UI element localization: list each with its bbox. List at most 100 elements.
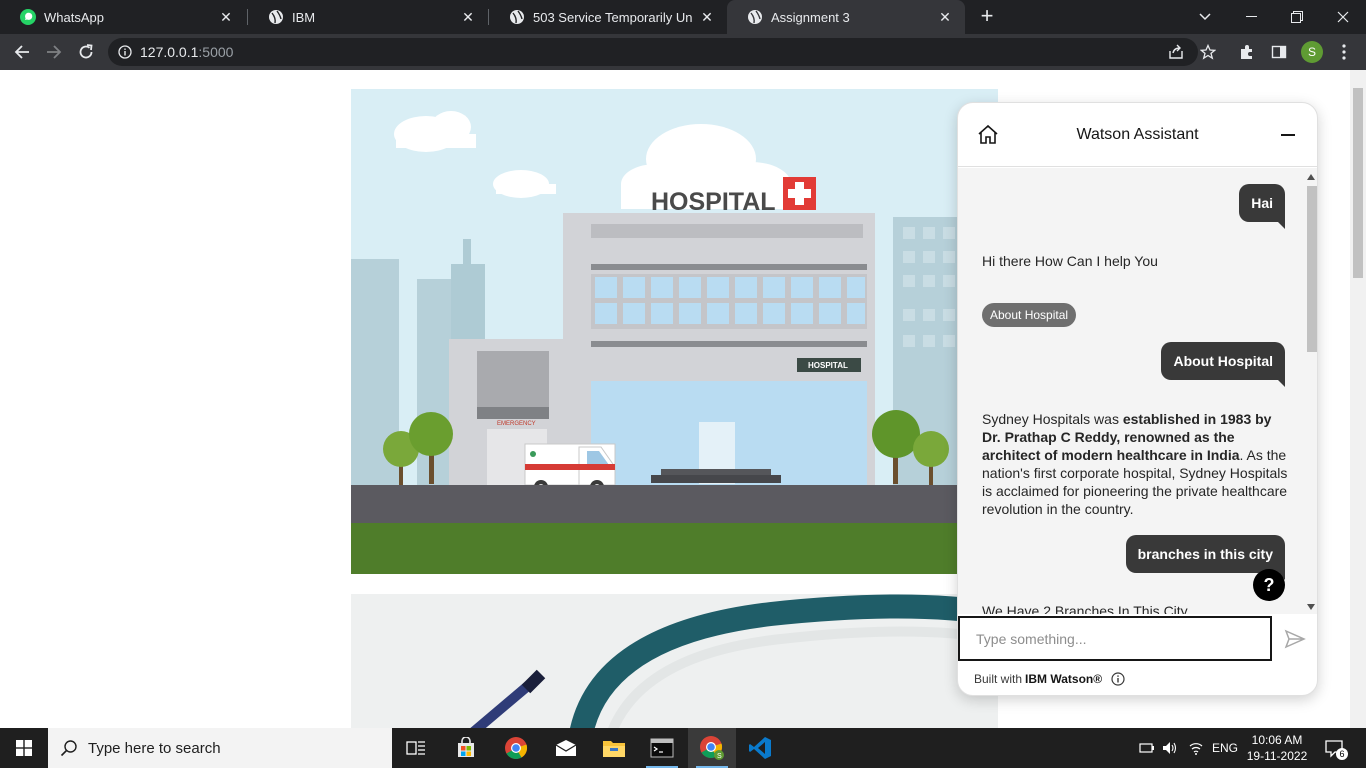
search-icon [60, 740, 77, 757]
page-scroll-thumb[interactable] [1353, 88, 1363, 278]
reload-button[interactable] [74, 40, 98, 64]
address-bar[interactable]: 127.0.0.1:5000 [108, 38, 1198, 66]
chrome-profile-app[interactable]: S [688, 728, 736, 768]
vscode-app[interactable] [736, 728, 784, 768]
clock-date: 19-11-2022 [1246, 749, 1308, 763]
search-placeholder: Type here to search [88, 739, 221, 757]
watson-assistant-widget: Watson Assistant Hai Hi there How Can I … [957, 102, 1318, 696]
share-button[interactable] [1165, 41, 1187, 63]
tab-title: WhatsApp [44, 9, 104, 25]
globe-icon [269, 10, 283, 24]
info-icon[interactable] [118, 45, 132, 59]
emergency-sign: EMERGENCY [497, 421, 536, 427]
minimize-button[interactable] [1228, 0, 1274, 34]
watson-title: Watson Assistant [1076, 126, 1199, 143]
new-tab-button[interactable]: + [974, 5, 1000, 29]
bookmark-button[interactable] [1197, 41, 1219, 63]
file-explorer-app[interactable] [590, 728, 638, 768]
hospital-illustration: EMERGENCY HOSPITAL HOSPITAL [351, 89, 998, 574]
bot-message: We Have 2 Branches In This City [982, 603, 1188, 614]
chat-scrollbar[interactable] [1305, 172, 1317, 612]
close-icon[interactable]: ✕ [460, 9, 476, 25]
task-view-button[interactable] [392, 728, 440, 768]
globe-icon [510, 10, 524, 24]
close-icon[interactable]: ✕ [699, 9, 715, 25]
browser-toolbar: 127.0.0.1:5000 S [0, 34, 1366, 70]
hospital-scene: EMERGENCY HOSPITAL HOSPITAL [351, 89, 998, 574]
user-message: About Hospital [1161, 342, 1285, 387]
page-scrollbar[interactable] [1350, 70, 1366, 728]
taskbar-search[interactable]: Type here to search [48, 728, 392, 768]
close-window-button[interactable] [1320, 0, 1366, 34]
side-panel-icon [1271, 45, 1287, 59]
wifi-icon[interactable] [1187, 739, 1205, 757]
side-panel-button[interactable] [1268, 41, 1290, 63]
chrome-app[interactable] [492, 728, 540, 768]
bot-text-part: Sydney Hospitals was [982, 411, 1123, 427]
tab-title: 503 Service Temporarily Unavaila [533, 9, 693, 25]
close-icon[interactable]: ✕ [937, 9, 953, 25]
volume-icon[interactable] [1161, 739, 1179, 757]
store-app[interactable] [442, 728, 490, 768]
tab-title: Assignment 3 [771, 9, 850, 25]
stethoscope-photo [351, 594, 998, 728]
svg-text:S: S [717, 753, 722, 760]
windows-taskbar: Type here to search S ENG 10:06 AM 19-11… [0, 728, 1366, 768]
chat-scroll-thumb[interactable] [1307, 186, 1317, 352]
chat-transcript[interactable]: Hai Hi there How Can I help You About Ho… [958, 168, 1317, 614]
chat-input-row [958, 614, 1317, 664]
bot-message-about: Sydney Hospitals was established in 1983… [982, 410, 1288, 518]
url-host: 127.0.0.1 [140, 44, 199, 60]
tab-title: IBM [292, 9, 316, 25]
windows-logo-icon [16, 740, 32, 756]
tab-whatsapp[interactable]: WhatsApp ✕ [0, 0, 246, 34]
terminal-app[interactable] [638, 728, 686, 768]
chat-input[interactable] [958, 616, 1272, 661]
vscode-icon [749, 737, 771, 759]
restore-button[interactable] [1274, 0, 1320, 34]
chrome-icon [505, 737, 528, 759]
help-button[interactable]: ? [1253, 569, 1285, 601]
tab-503[interactable]: 503 Service Temporarily Unavaila ✕ [489, 0, 727, 34]
profile-avatar[interactable]: S [1301, 41, 1323, 63]
watson-header: Watson Assistant [958, 103, 1317, 167]
tab-search-button[interactable] [1182, 0, 1228, 34]
minimize-icon[interactable] [1281, 134, 1295, 136]
user-message: branches in this city [1125, 535, 1286, 580]
hospital-sign: HOSPITAL [651, 188, 776, 216]
notification-center-button[interactable]: 6 [1324, 738, 1348, 760]
extensions-button[interactable] [1236, 41, 1258, 63]
footer-prefix: Built with [974, 672, 1023, 686]
mail-app[interactable] [542, 728, 590, 768]
url-text: 127.0.0.1:5000 [140, 44, 233, 60]
arrow-right-icon [47, 45, 62, 59]
close-icon [1337, 11, 1349, 23]
chevron-down-icon [1199, 13, 1211, 21]
watson-footer: Built with IBM Watson® [974, 672, 1125, 686]
send-icon[interactable] [1284, 628, 1306, 650]
system-clock[interactable]: 10:06 AM 19-11-2022 [1244, 732, 1310, 764]
folder-icon [603, 741, 625, 757]
language-indicator[interactable]: ENG [1212, 741, 1238, 755]
restore-icon [1291, 11, 1303, 23]
scroll-down-icon[interactable] [1307, 604, 1315, 610]
browser-tab-strip: WhatsApp ✕ IBM ✕ 503 Service Temporarily… [0, 0, 1366, 34]
bot-message: Hi there How Can I help You [982, 253, 1158, 269]
task-view-icon [406, 741, 425, 755]
user-message: Hai [1239, 184, 1285, 229]
clock-time: 10:06 AM [1251, 733, 1303, 747]
scroll-up-icon[interactable] [1307, 174, 1315, 180]
forward-button[interactable] [42, 40, 66, 64]
close-icon[interactable]: ✕ [218, 9, 234, 25]
start-button[interactable] [0, 728, 48, 768]
option-chip-about-hospital[interactable]: About Hospital [982, 303, 1077, 327]
network-icon[interactable] [1138, 739, 1156, 757]
info-icon[interactable] [1111, 672, 1125, 686]
store-icon [458, 737, 474, 757]
back-button[interactable] [10, 40, 34, 64]
kebab-menu-icon [1342, 44, 1346, 60]
tab-assignment-3[interactable]: Assignment 3 ✕ [727, 0, 965, 34]
tab-ibm[interactable]: IBM ✕ [248, 0, 488, 34]
share-icon [1169, 44, 1183, 59]
menu-button[interactable] [1333, 41, 1355, 63]
